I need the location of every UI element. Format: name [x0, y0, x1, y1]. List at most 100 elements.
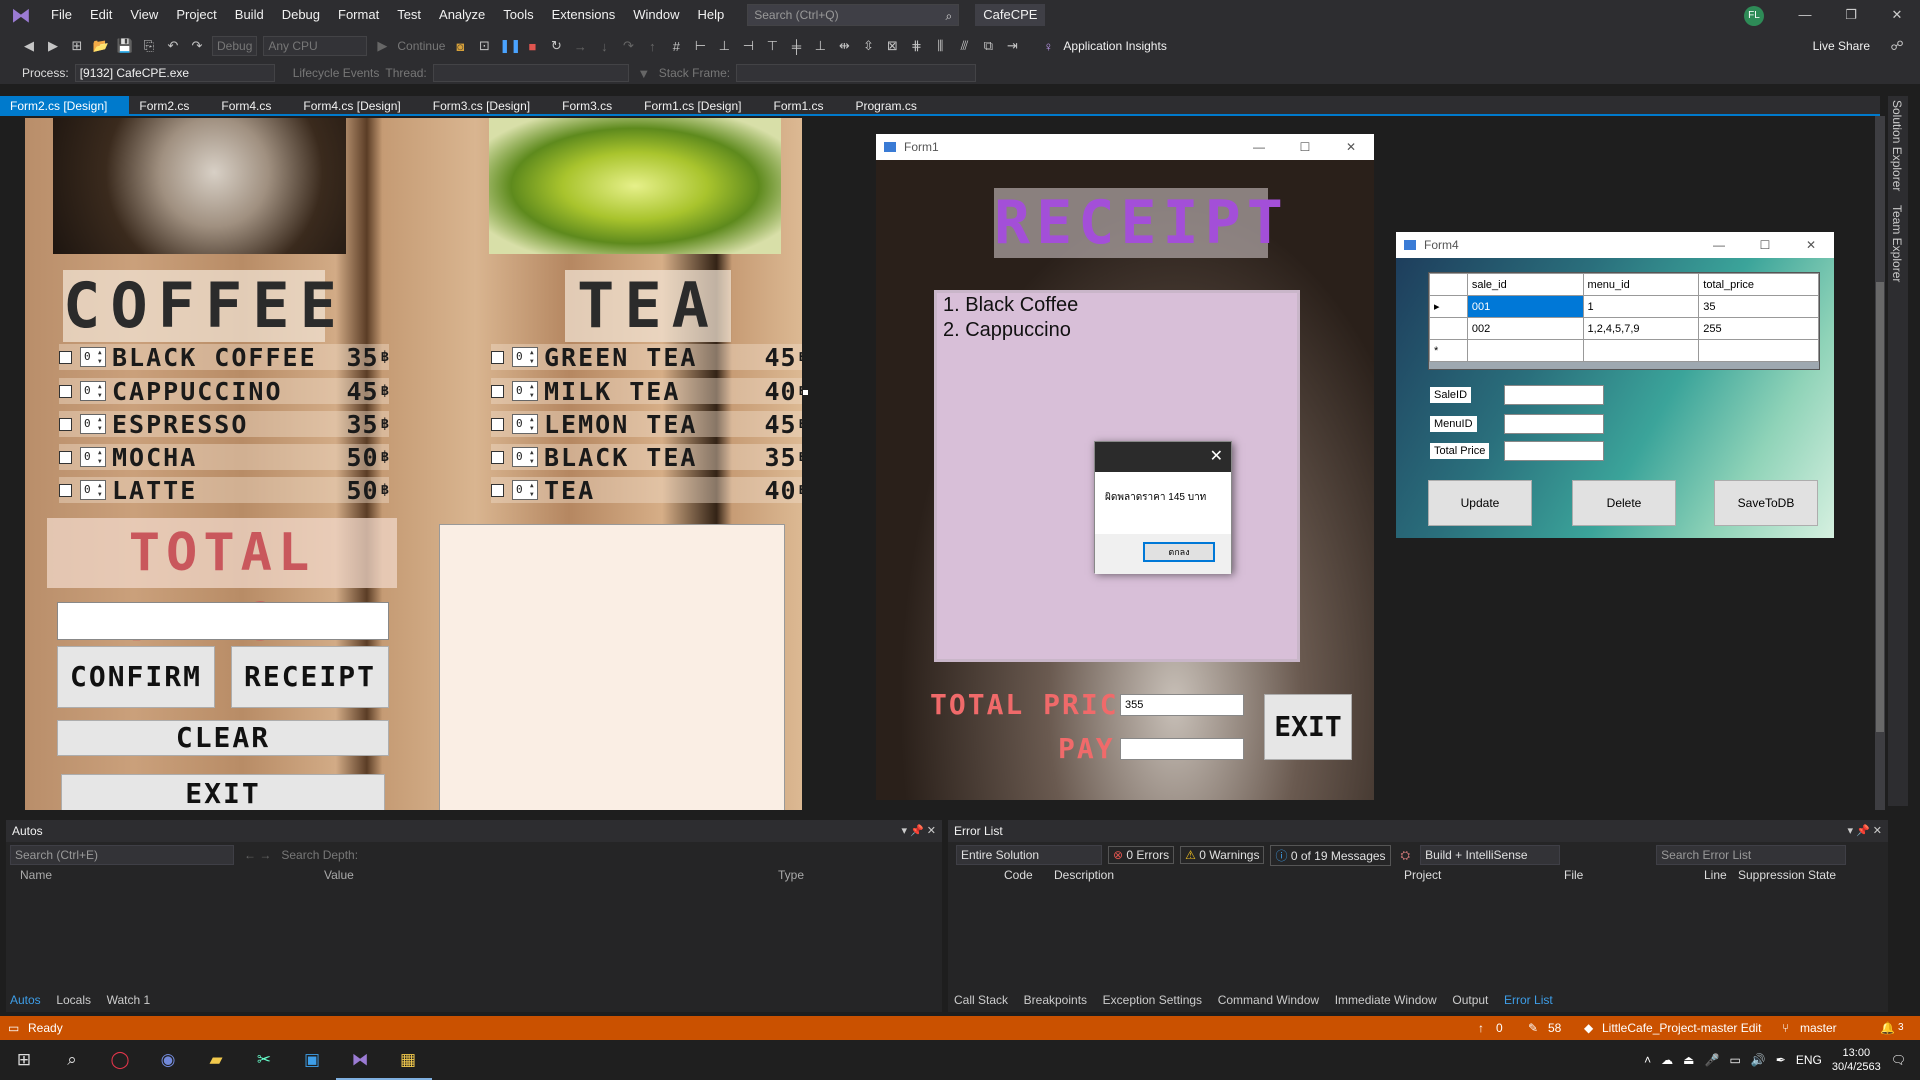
column-header[interactable]: Project — [1404, 868, 1564, 888]
pending-edits-icon[interactable]: ✎ — [1528, 1016, 1538, 1040]
cafe-app-icon[interactable]: ▦ — [384, 1040, 432, 1080]
quantity-stepper[interactable]: 0 — [80, 347, 106, 367]
tab-breakpoints[interactable]: Breakpoints — [1024, 993, 1087, 1007]
quantity-stepper[interactable]: 0 — [512, 414, 538, 434]
maximize-icon[interactable]: ☐ — [1282, 134, 1328, 160]
column-header[interactable]: total_price — [1698, 273, 1819, 296]
column-header[interactable]: Name — [20, 868, 324, 888]
lifecycle-events-dropdown[interactable]: Lifecycle Events — [293, 66, 380, 80]
pay-field[interactable] — [1120, 738, 1244, 760]
align-right-icon[interactable]: ⊣ — [739, 38, 757, 54]
grid-icon[interactable]: ⋕ — [907, 38, 925, 54]
menu-tools[interactable]: Tools — [494, 0, 542, 30]
maximize-icon[interactable]: ☐ — [1742, 232, 1788, 258]
quantity-stepper[interactable]: 0 — [80, 414, 106, 434]
pending-push-count[interactable]: 0 — [1496, 1016, 1503, 1040]
step-over-icon[interactable]: ↷ — [619, 38, 637, 54]
menu-edit[interactable]: Edit — [81, 0, 121, 30]
column-header[interactable]: Line — [1704, 868, 1738, 888]
close-icon[interactable]: ✕ — [1788, 232, 1834, 258]
menu-build[interactable]: Build — [226, 0, 273, 30]
save-icon[interactable]: 💾 — [116, 38, 134, 54]
minimize-icon[interactable]: — — [1696, 232, 1742, 258]
clear-button[interactable]: CLEAR — [57, 720, 389, 756]
forward-icon[interactable]: ▶ — [44, 38, 62, 54]
cell-menu-id[interactable] — [1582, 339, 1700, 362]
column-header[interactable]: menu_id — [1582, 273, 1700, 296]
visual-studio-icon[interactable]: ⧓ — [336, 1040, 384, 1080]
build-intellisense-dropdown[interactable]: Build + IntelliSense — [1420, 845, 1561, 865]
process-dropdown[interactable]: [9132] CafeCPE.exe — [74, 64, 275, 82]
scope-dropdown[interactable]: Entire Solution — [956, 845, 1102, 865]
same-height-icon[interactable]: ⇳ — [859, 38, 877, 54]
tab-error-list[interactable]: Error List — [1504, 993, 1553, 1007]
pause-icon[interactable]: ❚❚ — [499, 38, 521, 54]
autos-search-input[interactable]: Search (Ctrl+E) — [10, 845, 234, 865]
menu-view[interactable]: View — [121, 0, 167, 30]
sale-id-field[interactable] — [1504, 385, 1604, 405]
same-size-icon[interactable]: ⊠ — [883, 38, 901, 54]
notifications-count[interactable]: 3 — [1898, 1016, 1904, 1040]
menu-debug[interactable]: Debug — [273, 0, 329, 30]
panel-controls[interactable]: ▾ 📌 ✕ — [901, 820, 936, 842]
tab-autos[interactable]: Autos — [10, 993, 41, 1007]
exit-button[interactable]: EXIT — [1264, 694, 1352, 760]
cell-menu-id[interactable]: 1,2,4,5,7,9 — [1582, 317, 1700, 340]
align-center-icon[interactable]: ⊥ — [715, 38, 733, 54]
item-checkbox[interactable] — [491, 450, 504, 464]
live-share-button[interactable]: Live Share — [1813, 39, 1870, 53]
repository-name[interactable]: LittleCafe_Project-master Edit — [1602, 1016, 1761, 1040]
lightbulb-icon[interactable]: ♀ — [1039, 39, 1057, 54]
resize-handle[interactable] — [803, 390, 808, 395]
tab-order-icon[interactable]: ⇥ — [1003, 38, 1021, 54]
same-width-icon[interactable]: ⇹ — [835, 38, 853, 54]
item-checkbox[interactable] — [59, 483, 72, 497]
pending-push-icon[interactable]: ↑ — [1478, 1016, 1484, 1040]
total-price-field[interactable]: 355 — [1120, 694, 1244, 716]
quantity-stepper[interactable]: 0 — [512, 447, 538, 467]
usb-icon[interactable]: ⏏ — [1683, 1053, 1694, 1067]
application-insights-button[interactable]: Application Insights — [1063, 39, 1166, 53]
tab-immediate-window[interactable]: Immediate Window — [1335, 993, 1437, 1007]
menu-format[interactable]: Format — [329, 0, 388, 30]
tab-form3-design[interactable]: Form3.cs [Design] — [423, 96, 552, 114]
tab-exception-settings[interactable]: Exception Settings — [1103, 993, 1202, 1007]
column-header[interactable]: Suppression State — [1738, 868, 1836, 888]
opera-icon[interactable]: ◯ — [96, 1040, 144, 1080]
configuration-dropdown[interactable]: Debug — [212, 36, 258, 56]
column-header[interactable]: Type — [778, 868, 804, 888]
quantity-stepper[interactable]: 0 — [512, 480, 538, 500]
column-header[interactable]: Value — [324, 868, 778, 888]
solution-explorer-tab[interactable]: Solution Explorer — [1890, 100, 1904, 191]
action-center-icon[interactable]: 🗨 — [1891, 1053, 1906, 1067]
editor-scrollbar[interactable] — [1875, 116, 1885, 810]
tab-form3-cs[interactable]: Form3.cs — [552, 96, 634, 114]
discord-icon[interactable]: ◉ — [144, 1040, 192, 1080]
cell-sale-id[interactable]: 001 — [1466, 295, 1584, 318]
build-filter-icon[interactable]: ⛭ — [1397, 848, 1415, 863]
quantity-stepper[interactable]: 0 — [80, 447, 106, 467]
tab-form1-cs[interactable]: Form1.cs — [763, 96, 845, 114]
volume-icon[interactable]: 🔊 — [1751, 1053, 1766, 1067]
restart-icon[interactable]: ↻ — [547, 38, 565, 54]
quantity-stepper[interactable]: 0 — [80, 480, 106, 500]
step-icon[interactable]: → — [571, 39, 589, 54]
browse-icon[interactable]: ◙ — [451, 39, 469, 54]
close-icon[interactable]: ✕ — [1210, 446, 1223, 466]
tab-form1-design[interactable]: Form1.cs [Design] — [634, 96, 763, 114]
cell-sale-id[interactable]: 002 — [1466, 317, 1584, 340]
network-icon[interactable]: ▭ — [1729, 1053, 1740, 1067]
search-icon[interactable]: ⌕ — [48, 1040, 96, 1080]
warnings-filter-button[interactable]: ⚠ 0 Warnings — [1180, 846, 1265, 864]
column-header[interactable]: sale_id — [1466, 273, 1584, 296]
branch-name[interactable]: master — [1800, 1016, 1837, 1040]
receipt-button[interactable]: RECEIPT — [231, 646, 389, 708]
delete-button[interactable]: Delete — [1572, 480, 1676, 526]
sales-data-grid[interactable]: sale_id menu_id total_price ▸ 001 1 35 002 1,2… — [1428, 272, 1820, 370]
tab-form4-cs[interactable]: Form4.cs — [211, 96, 293, 114]
team-explorer-tab[interactable]: Team Explorer — [1890, 205, 1904, 282]
menu-file[interactable]: File — [42, 0, 81, 30]
file-explorer-icon[interactable]: ▰ — [192, 1040, 240, 1080]
close-icon[interactable]: ✕ — [1874, 0, 1920, 30]
search-input[interactable]: Search (Ctrl+Q) ⌕ — [747, 4, 960, 26]
